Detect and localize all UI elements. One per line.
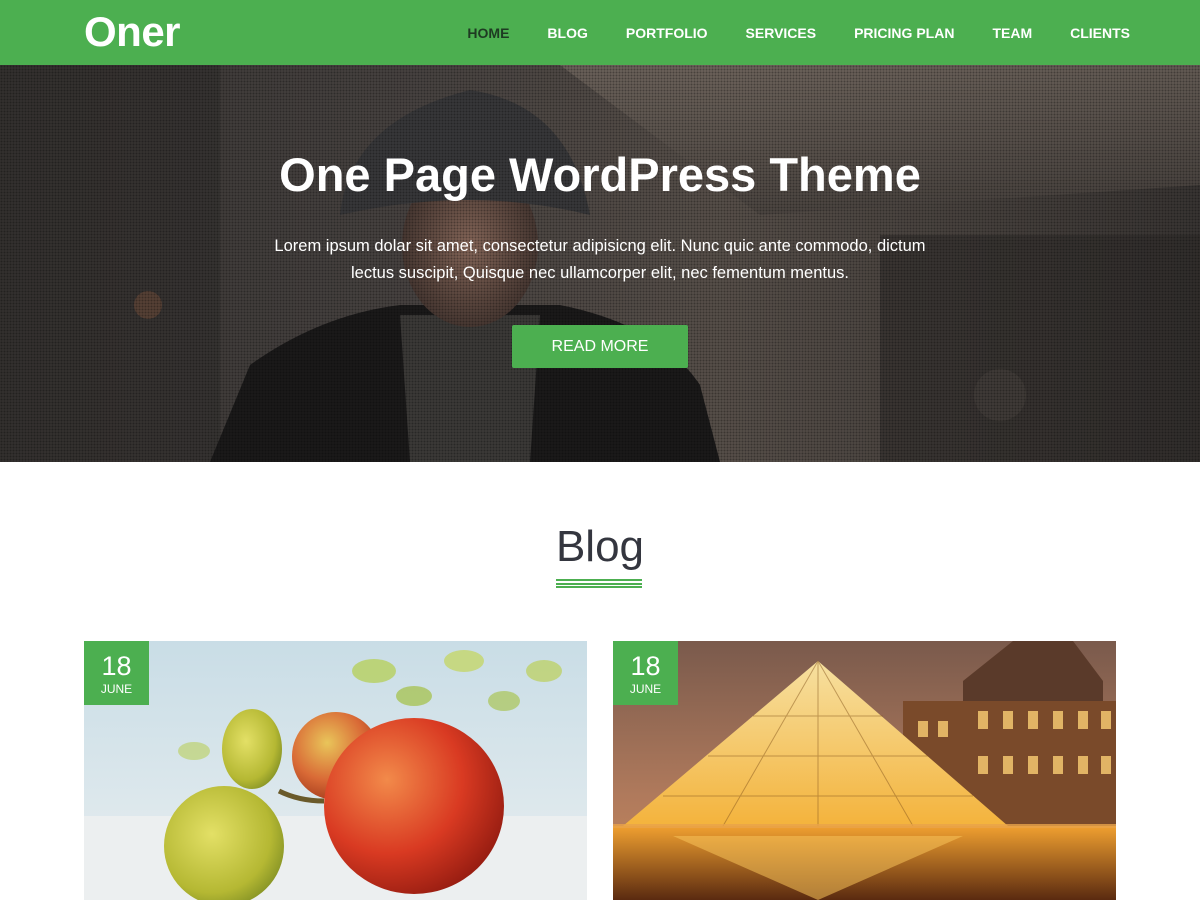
- title-underline: [556, 579, 642, 588]
- date-day: 18: [630, 651, 661, 681]
- blog-post-card[interactable]: 18 JUNE: [84, 641, 587, 900]
- hero-section: One Page WordPress Theme Lorem ipsum dol…: [0, 65, 1200, 462]
- hero-description: Lorem ipsum dolar sit amet, consectetur …: [274, 237, 926, 282]
- date-badge: 18 JUNE: [84, 641, 149, 705]
- nav-item-pricing-plan[interactable]: PRICING PLAN: [854, 25, 954, 41]
- site-logo[interactable]: Oner: [84, 8, 181, 56]
- nav-item-clients[interactable]: CLIENTS: [1070, 25, 1130, 41]
- nav-item-home[interactable]: HOME: [467, 25, 509, 41]
- apples-photo: [84, 641, 587, 900]
- nav-item-services[interactable]: SERVICES: [746, 25, 817, 41]
- nav-item-team[interactable]: TEAM: [992, 25, 1032, 41]
- louvre-pyramid-photo: [613, 641, 1116, 900]
- date-month: JUNE: [100, 682, 133, 696]
- read-more-button[interactable]: READ MORE: [512, 325, 688, 368]
- date-month: JUNE: [629, 682, 662, 696]
- date-day: 18: [101, 651, 132, 681]
- hero-title: One Page WordPress Theme: [279, 148, 921, 201]
- main-nav: HOME BLOG PORTFOLIO SERVICES PRICING PLA…: [429, 0, 1130, 65]
- nav-item-portfolio[interactable]: PORTFOLIO: [626, 25, 708, 41]
- nav-item-blog[interactable]: BLOG: [547, 25, 587, 41]
- date-badge: 18 JUNE: [613, 641, 678, 705]
- blog-post-card[interactable]: 18 JUNE: [613, 641, 1116, 900]
- site-header: Oner HOME BLOG PORTFOLIO SERVICES PRICIN…: [0, 0, 1200, 65]
- blog-section-title: Blog: [555, 522, 645, 571]
